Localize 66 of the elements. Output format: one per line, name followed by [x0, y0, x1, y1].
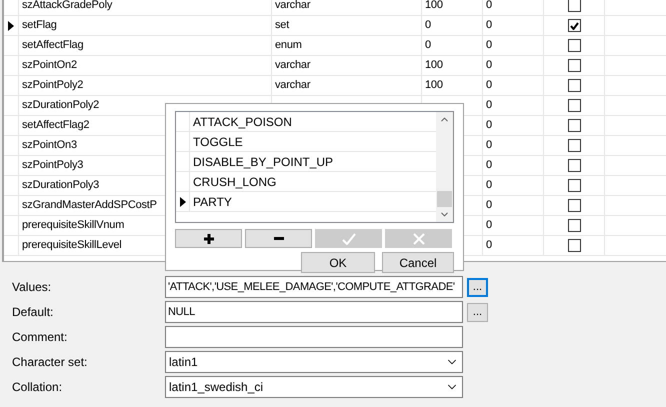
table-cell-text: 0: [486, 238, 492, 254]
checkbox[interactable]: [568, 159, 580, 172]
checkbox[interactable]: [568, 219, 580, 232]
remove-button[interactable]: [245, 229, 312, 248]
dropdown[interactable]: latin1_swedish_ci: [165, 376, 463, 398]
cancel-button[interactable]: Cancel: [382, 252, 454, 273]
browse-button[interactable]: ...: [467, 302, 488, 322]
check-icon: [570, 22, 578, 30]
table-cell-text: varchar: [275, 58, 310, 74]
checkbox[interactable]: [568, 119, 580, 132]
browse-button[interactable]: ...: [467, 278, 488, 296]
dropdown[interactable]: latin1: [165, 351, 463, 373]
table-cell-text: 0: [486, 218, 492, 234]
field-label: Comment:: [12, 329, 68, 346]
table-cell-text: 0: [486, 58, 492, 74]
table-cell-text: 0: [486, 98, 492, 114]
table-cell-text: 0: [486, 178, 492, 194]
table-cell: szPointOn2: [19, 56, 272, 75]
checkbox[interactable]: [568, 39, 580, 52]
table-cell-text: 0: [486, 0, 492, 14]
field-label: Default:: [12, 304, 54, 321]
table-cell-text: 0: [486, 138, 492, 154]
table-cell-text: varchar: [275, 78, 310, 94]
scroll-thumb[interactable]: [437, 191, 452, 207]
table-cell: setAffectFlag: [19, 36, 272, 55]
table-cell-text: 100: [425, 0, 443, 14]
table-cell-text: 0: [486, 78, 492, 94]
checkbox[interactable]: [568, 0, 580, 12]
plus-icon: [204, 234, 214, 244]
table-cell-text: set: [275, 18, 290, 34]
ok-button[interactable]: OK: [301, 252, 375, 273]
input-field[interactable]: [165, 326, 463, 348]
table-cell: szPointPoly2: [19, 76, 272, 95]
checkbox[interactable]: [568, 99, 580, 112]
table-cell-text: 0: [486, 118, 492, 134]
table-cell: setFlag: [19, 16, 272, 35]
minus-icon: [274, 236, 284, 240]
current-row-icon: [8, 20, 14, 30]
table-cell-text: 0: [486, 158, 492, 174]
add-button[interactable]: [175, 229, 242, 248]
table-cell-text: 0: [425, 18, 431, 34]
current-row-icon: [180, 196, 186, 206]
field-label: Collation:: [12, 379, 64, 396]
scrollbar[interactable]: [436, 112, 453, 222]
table-cell-text: 0: [486, 18, 492, 34]
checkbox[interactable]: [568, 239, 580, 252]
checkbox[interactable]: [568, 179, 580, 192]
checkbox[interactable]: [568, 79, 580, 92]
checkbox[interactable]: [568, 59, 580, 72]
table-cell-text: enum: [275, 38, 302, 54]
field-label: Character set:: [12, 354, 88, 371]
table-cell-text: 0: [486, 38, 492, 54]
table-cell-text: 0: [486, 198, 492, 214]
table-cell-text: 100: [425, 58, 443, 74]
table-cell-text: varchar: [275, 0, 310, 14]
table-cell-text: 100: [425, 78, 443, 94]
x-icon: [412, 232, 424, 244]
checkbox[interactable]: [568, 199, 580, 212]
field-label: Values:: [12, 279, 52, 296]
table-cell: szAttackGradePoly: [19, 0, 272, 15]
checkbox[interactable]: [568, 139, 580, 152]
input-field[interactable]: 'ATTACK','USE_MELEE_DAMAGE','COMPUTE_ATTGRADE': [165, 276, 463, 298]
checkbox[interactable]: [568, 19, 580, 32]
check-icon: [342, 232, 356, 244]
input-field[interactable]: NULL: [165, 301, 463, 323]
table-cell-text: 0: [425, 38, 431, 54]
